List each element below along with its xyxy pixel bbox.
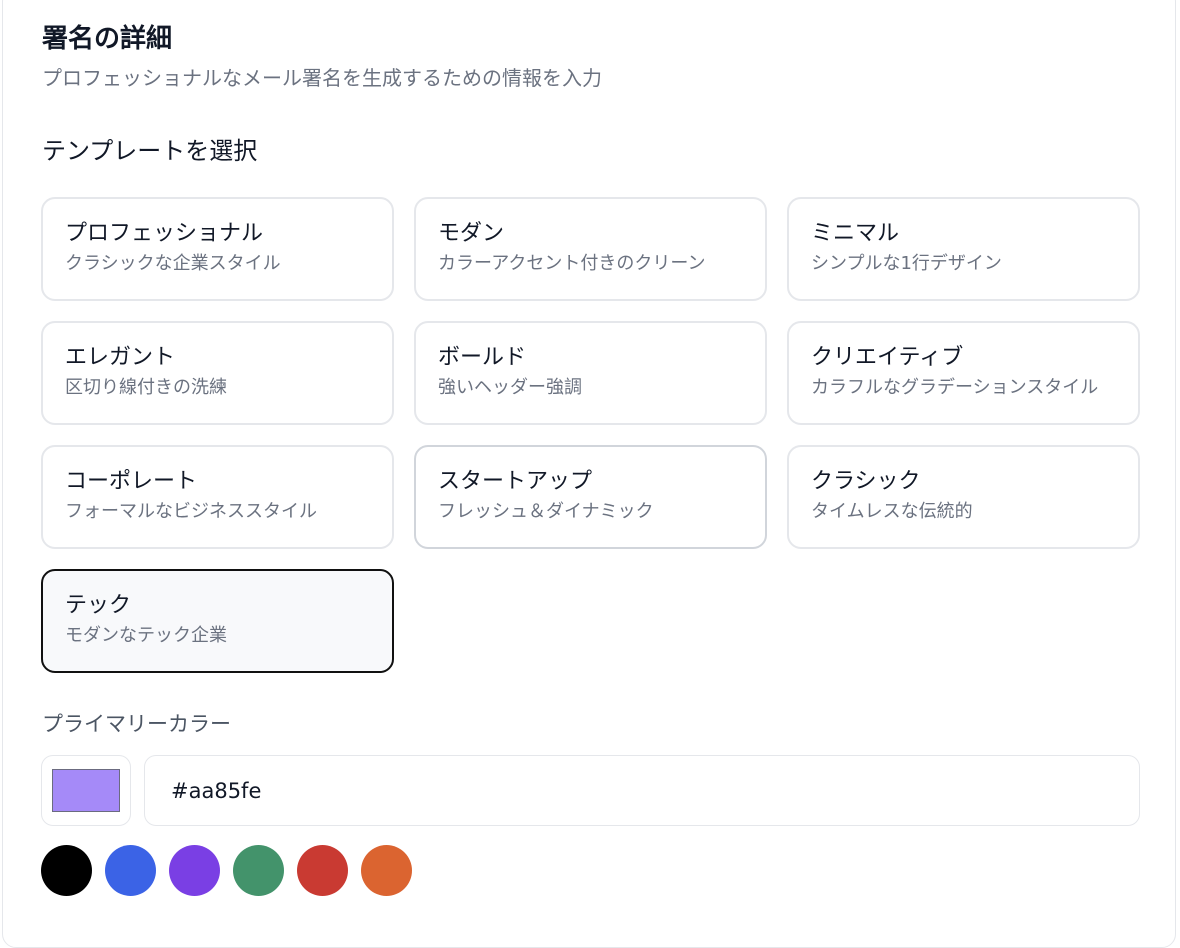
template-name: スタートアップ — [438, 469, 593, 494]
preset-color-black[interactable] — [41, 845, 92, 896]
color-swatch — [52, 769, 120, 812]
template-section-label: テンプレートを選択 — [42, 137, 258, 165]
template-name: プロフェッショナル — [65, 221, 264, 246]
template-name: ボールド — [438, 345, 527, 370]
template-description: 強いヘッダー強調 — [438, 377, 582, 398]
preset-color-green[interactable] — [233, 845, 284, 896]
template-option-tech[interactable]: テック モダンなテック企業 — [41, 569, 394, 673]
template-description: クラシックな企業スタイル — [65, 253, 281, 274]
template-description: フレッシュ＆ダイナミック — [438, 501, 654, 522]
template-name: クラシック — [811, 469, 921, 494]
template-option-bold[interactable]: ボールド 強いヘッダー強調 — [414, 321, 767, 425]
template-name: コーポレート — [65, 469, 198, 494]
template-name: クリエイティブ — [811, 345, 964, 370]
template-description: シンプルな1行デザイン — [811, 253, 1002, 274]
template-option-corporate[interactable]: コーポレート フォーマルなビジネススタイル — [41, 445, 394, 549]
template-description: モダンなテック企業 — [65, 625, 227, 646]
template-name: モダン — [438, 221, 505, 246]
template-name: ミニマル — [811, 221, 900, 246]
template-description: 区切り線付きの洗練 — [65, 377, 227, 398]
template-description: カラーアクセント付きのクリーン — [438, 253, 706, 274]
template-option-modern[interactable]: モダン カラーアクセント付きのクリーン — [414, 197, 767, 301]
page-title: 署名の詳細 — [42, 24, 173, 54]
template-option-professional[interactable]: プロフェッショナル クラシックな企業スタイル — [41, 197, 394, 301]
template-grid: プロフェッショナル クラシックな企業スタイル モダン カラーアクセント付きのクリ… — [41, 197, 1140, 673]
color-picker-button[interactable] — [41, 755, 131, 826]
template-name: エレガント — [65, 345, 176, 370]
template-name: テック — [65, 593, 132, 618]
page-subtitle: プロフェッショナルなメール署名を生成するための情報を入力 — [42, 66, 602, 90]
template-option-classic[interactable]: クラシック タイムレスな伝統的 — [787, 445, 1140, 549]
primary-color-label: プライマリーカラー — [42, 712, 231, 736]
template-description: フォーマルなビジネススタイル — [65, 501, 317, 522]
template-option-creative[interactable]: クリエイティブ カラフルなグラデーションスタイル — [787, 321, 1140, 425]
color-presets — [41, 845, 412, 896]
template-description: タイムレスな伝統的 — [811, 501, 973, 522]
template-option-startup[interactable]: スタートアップ フレッシュ＆ダイナミック — [414, 445, 767, 549]
preset-color-purple[interactable] — [169, 845, 220, 896]
preset-color-blue[interactable] — [105, 845, 156, 896]
preset-color-red[interactable] — [297, 845, 348, 896]
template-option-minimal[interactable]: ミニマル シンプルな1行デザイン — [787, 197, 1140, 301]
color-hex-input[interactable] — [144, 755, 1140, 826]
template-description: カラフルなグラデーションスタイル — [811, 377, 1099, 398]
template-option-elegant[interactable]: エレガント 区切り線付きの洗練 — [41, 321, 394, 425]
preset-color-orange[interactable] — [361, 845, 412, 896]
